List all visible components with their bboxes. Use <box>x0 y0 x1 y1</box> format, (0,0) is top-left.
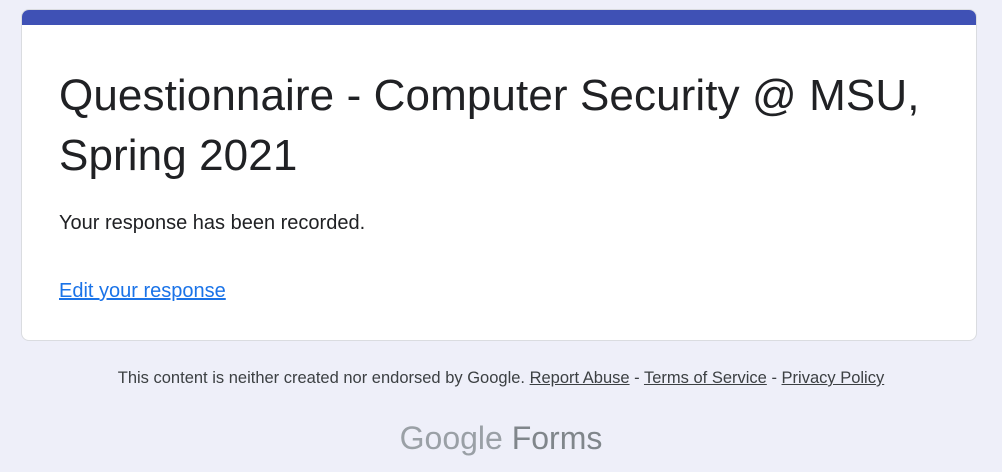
google-forms-logo[interactable]: Google Forms <box>0 418 1002 458</box>
confirmation-message: Your response has been recorded. <box>59 212 366 234</box>
card-accent-bar <box>22 10 976 25</box>
privacy-policy-link[interactable]: Privacy Policy <box>782 369 885 387</box>
form-title: Questionnaire - Computer Security @ MSU,… <box>59 71 920 180</box>
footer-separator: - <box>634 369 640 387</box>
logo-forms-text: Forms <box>511 420 603 456</box>
logo-google-text: Google <box>399 420 503 456</box>
footer: This content is neither created nor endo… <box>0 366 1002 390</box>
edit-response-link[interactable]: Edit your response <box>59 277 226 305</box>
terms-of-service-link[interactable]: Terms of Service <box>644 369 767 387</box>
footer-separator: - <box>771 369 777 387</box>
footer-disclaimer-text: This content is neither created nor endo… <box>117 369 525 387</box>
response-card: Questionnaire - Computer Security @ MSU,… <box>21 9 977 341</box>
report-abuse-link[interactable]: Report Abuse <box>530 369 630 387</box>
